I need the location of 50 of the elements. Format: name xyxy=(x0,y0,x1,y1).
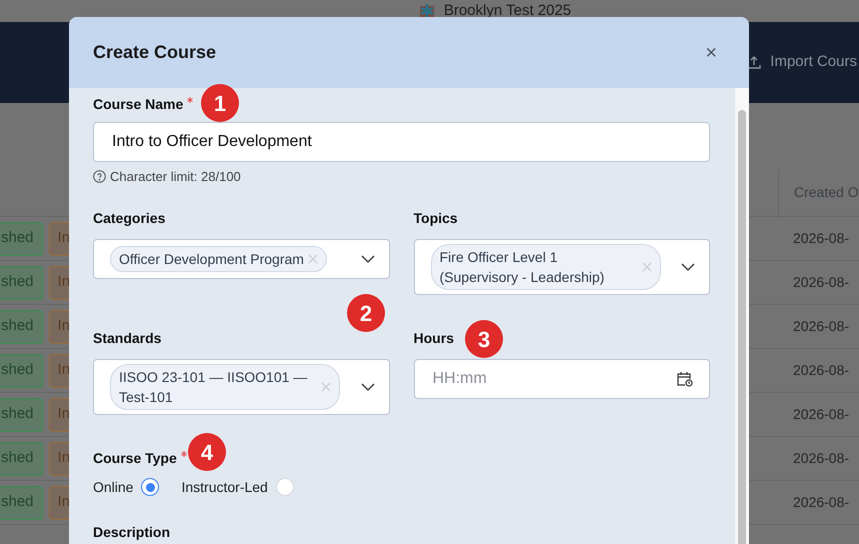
table-cell: 2026-08- xyxy=(793,274,850,290)
dialog-title: Create Course xyxy=(93,41,216,64)
status-badge: shed xyxy=(0,486,43,520)
status-badge: shed xyxy=(0,266,43,300)
hours-field[interactable]: HH:mm xyxy=(414,358,710,398)
table-cell: 2026-08- xyxy=(793,494,850,510)
multi-select-field[interactable]: Officer Development Program xyxy=(93,238,390,278)
radio-option[interactable]: Online xyxy=(93,476,160,498)
chip-label: IISOO 23-101 — IISOO101 — Test-101 xyxy=(119,368,308,406)
chip-label: Officer Development Program xyxy=(119,250,304,268)
radio-option[interactable]: Instructor-Led xyxy=(181,476,294,498)
character-limit-hint: Character limit: 28/100 xyxy=(110,168,241,186)
field-label: Description xyxy=(93,522,170,542)
field-label: Standards xyxy=(93,328,162,348)
import-course-button[interactable]: Import Cours xyxy=(746,51,857,74)
table-cell: 2026-08- xyxy=(793,318,850,334)
multi-select-field[interactable]: IISOO 23-101 — IISOO101 — Test-101 xyxy=(93,358,390,414)
field-label: Topics xyxy=(414,208,458,228)
status-badge: shed xyxy=(0,398,43,432)
chevron-down-icon[interactable] xyxy=(681,262,695,270)
status-badge: shed xyxy=(0,222,43,256)
table-cell: 2026-08- xyxy=(793,450,850,466)
step-marker: 3 xyxy=(465,320,503,358)
step-marker: 4 xyxy=(188,433,226,471)
chip-label: Fire Officer Level 1 (Supervisory - Leadership) xyxy=(440,248,606,286)
organization-name: Brooklyn Test 2025 xyxy=(444,0,572,21)
table-cell: 2026-08- xyxy=(793,230,850,246)
multi-select-field[interactable]: Fire Officer Level 1 (Supervisory - Leadership) xyxy=(414,238,710,294)
field-label: Course Name xyxy=(93,95,184,114)
field-label: Categories xyxy=(93,208,166,228)
close-button[interactable]: × xyxy=(705,42,717,62)
upload-icon xyxy=(746,54,762,70)
step-marker: 2 xyxy=(347,294,385,332)
chevron-down-icon[interactable] xyxy=(360,254,374,262)
scrollbar-thumb[interactable] xyxy=(738,110,746,544)
status-badge: shed xyxy=(0,442,43,476)
status-badge: shed xyxy=(0,354,43,388)
course-name-field[interactable]: Intro to Officer Development xyxy=(93,122,710,162)
field-label: Hours xyxy=(414,328,454,348)
star-of-life-logo-icon xyxy=(418,3,436,19)
help-icon xyxy=(93,170,106,184)
table-cell: 2026-08- xyxy=(793,362,850,378)
field-label: Course Type xyxy=(93,448,177,468)
status-badge: shed xyxy=(0,310,43,344)
column-header: Created O xyxy=(794,183,859,202)
chevron-down-icon[interactable] xyxy=(360,382,374,390)
calendar-clock-icon[interactable] xyxy=(676,370,694,386)
table-cell: 2026-08- xyxy=(793,406,850,422)
step-marker: 1 xyxy=(201,84,239,122)
radio-button[interactable] xyxy=(141,478,160,496)
